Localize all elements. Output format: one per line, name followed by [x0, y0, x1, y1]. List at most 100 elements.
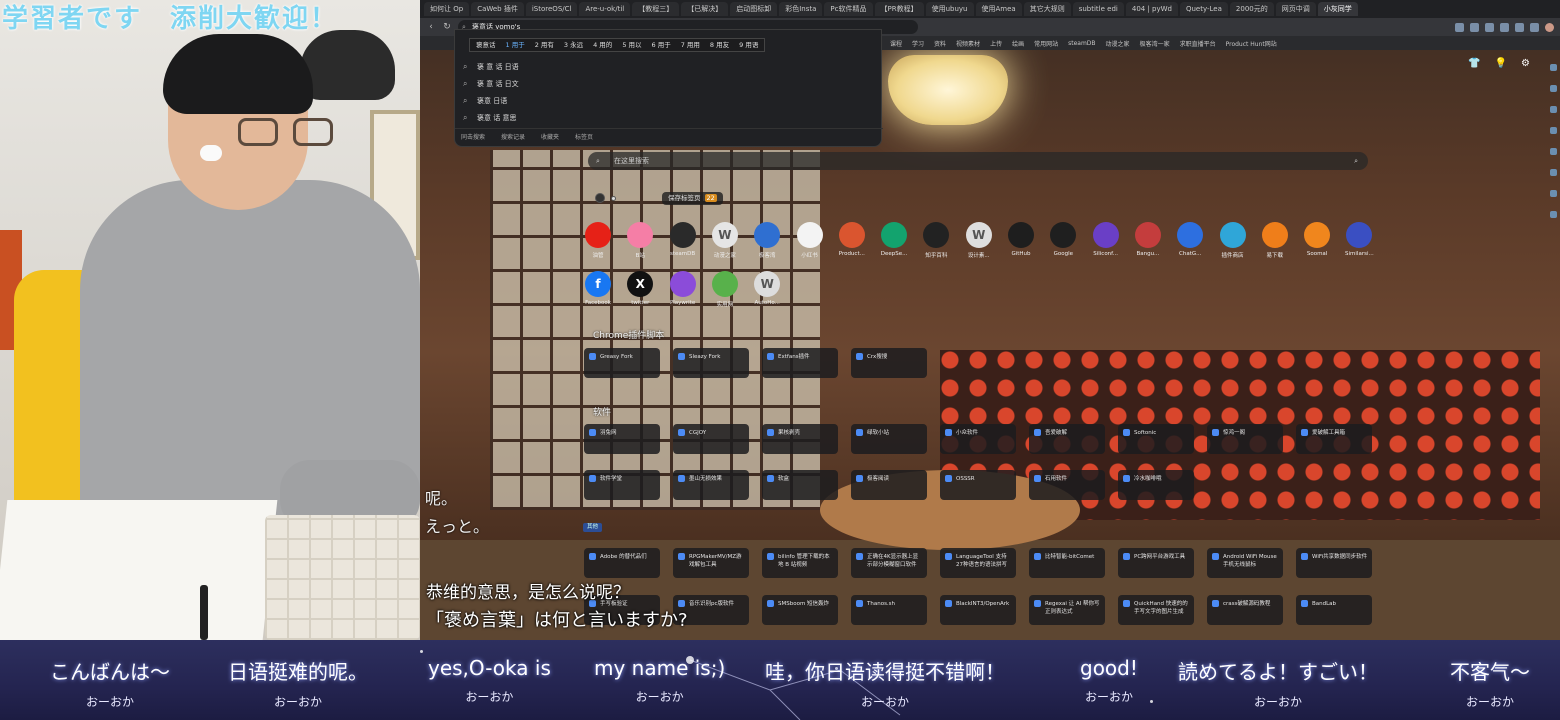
ime-candidate[interactable]: 1 用于 [506, 39, 525, 51]
page-dot[interactable] [611, 195, 616, 201]
shortcut-youtube[interactable]: 油管 [578, 222, 618, 262]
bookmark-item[interactable]: 动漫之家 [1106, 39, 1130, 48]
extension-icon[interactable] [1470, 22, 1479, 32]
ime-candidate[interactable]: 8 用友 [710, 39, 729, 51]
bookmark-card[interactable]: 冷水咖啡哦 [1118, 470, 1194, 500]
shortcut-w[interactable]: W 设计素... [959, 222, 999, 262]
bookmark-item[interactable]: steamDB [1068, 40, 1095, 47]
browser-tab[interactable]: 其它大规则 [1023, 2, 1071, 16]
bookmark-card[interactable]: Thanos.sh [851, 595, 927, 625]
bookmark-card[interactable]: 正确在4K显示器上显示部分模糊窗口软件 [851, 548, 927, 578]
browser-tab[interactable]: 彩色Insta [779, 2, 823, 16]
shortcut-openai[interactable]: 知乎百科 [916, 222, 956, 262]
suggestion-item[interactable]: ⌕ 褒 意 话 日文 [455, 75, 883, 93]
extension-icon[interactable] [1500, 22, 1509, 32]
bookmark-item[interactable]: 求职直播平台 [1180, 39, 1216, 48]
bookmark-card[interactable]: Extfans插件 [762, 348, 838, 378]
shortcut-google[interactable]: Google [1043, 222, 1083, 262]
bookmark-card[interactable]: Softonic [1118, 424, 1194, 454]
shortcut-xhs[interactable]: 小红书 [790, 222, 830, 262]
sidebar-icon[interactable] [1549, 85, 1557, 92]
browser-tab[interactable]: 【已解决】 [681, 2, 729, 16]
bulb-icon[interactable]: 💡 [1495, 58, 1507, 69]
newtab-search-input[interactable]: ⌕ 在这里搜索 ⌕ [588, 152, 1368, 170]
bookmark-card[interactable]: PC跨网平台游戏工具 [1118, 548, 1194, 578]
suggestion-item[interactable]: ⌕ 褒意 日语 [455, 92, 883, 110]
bookmark-card[interactable]: LanguageTool 支持27种语言的语法拼写 [940, 548, 1016, 578]
shortcut-bilibili[interactable]: B站 [620, 222, 660, 262]
browser-tab[interactable]: Pc软件精品 [824, 2, 873, 16]
shortcut-similar[interactable]: Similarsi... [1339, 222, 1379, 262]
reload-icon[interactable]: ↻ [442, 22, 452, 32]
bookmark-item[interactable]: 常用网站 [1034, 39, 1058, 48]
profile-avatar[interactable] [1545, 22, 1554, 32]
shortcut-util[interactable]: 实用网 [705, 271, 745, 311]
save-tabs-button[interactable]: 保存标签页 22 [662, 192, 723, 205]
shortcut-store[interactable]: 插件商店 [1213, 222, 1253, 262]
settings-icon[interactable]: ⚙ [1521, 58, 1530, 69]
sidebar-icon[interactable] [1549, 211, 1557, 218]
shortcut-soomal[interactable]: Soomal [1297, 222, 1337, 262]
shortcut-bangumi[interactable]: Bangu... [1128, 222, 1168, 262]
browser-tab[interactable]: Quety-Lea [1179, 2, 1228, 16]
bookmark-card[interactable]: Sleazy Fork [673, 348, 749, 378]
ime-candidate[interactable]: 6 用于 [652, 39, 671, 51]
ime-candidate[interactable]: 2 用有 [535, 39, 554, 51]
dropdown-footer-item[interactable]: 标签页 [575, 129, 593, 146]
bookmark-card[interactable]: BlackINT3/OpenArk [940, 595, 1016, 625]
dropdown-footer-item[interactable]: 搜索记录 [501, 129, 525, 146]
shortcut-w[interactable]: W 动漫之家 [705, 222, 745, 262]
dropdown-footer-item[interactable]: 同击搜索 [461, 129, 485, 146]
bookmark-item[interactable]: Product Hunt网站 [1226, 39, 1277, 48]
bookmark-item[interactable]: 学习 [912, 39, 924, 48]
bookmark-card[interactable]: Greasy Fork [584, 348, 660, 378]
shortcut-download[interactable]: 易下载 [1255, 222, 1295, 262]
sidebar-icon[interactable] [1549, 127, 1557, 134]
shortcut-w[interactable]: W AutoHo... [747, 271, 787, 311]
shortcut-github[interactable]: GitHub [1001, 222, 1041, 262]
browser-tab[interactable]: iStoreOS/Cl [525, 2, 578, 16]
ime-candidate[interactable]: 9 用语 [739, 39, 758, 51]
bookmark-item[interactable]: 视频素材 [956, 39, 980, 48]
shirt-icon[interactable]: 👕 [1468, 58, 1480, 69]
dropdown-footer-item[interactable]: 收藏夹 [541, 129, 559, 146]
bookmark-card[interactable]: WiFi共享数据同步软件 [1296, 548, 1372, 578]
back-icon[interactable]: ‹ [426, 22, 436, 32]
browser-tab[interactable]: 404 | pyWd [1125, 2, 1178, 16]
ime-candidate[interactable]: 7 用用 [681, 39, 700, 51]
browser-tab[interactable]: 【教程三】 [632, 2, 680, 16]
bookmark-card[interactable]: RPGMakerMV/MZ游戏解包工具 [673, 548, 749, 578]
bookmark-item[interactable]: 极客湾一家 [1140, 39, 1170, 48]
ime-candidate[interactable]: 3 永远 [564, 39, 583, 51]
bookmark-card[interactable]: crass破解源码教程 [1207, 595, 1283, 625]
sidebar-icon[interactable] [1549, 148, 1557, 155]
extension-icon[interactable] [1455, 22, 1464, 32]
shortcut-steamdb[interactable]: steamDB [663, 222, 703, 262]
bookmark-card[interactable]: 石用软件 [1029, 470, 1105, 500]
bookmark-item[interactable]: 绘画 [1012, 39, 1024, 48]
bookmark-card[interactable]: BandLab [1296, 595, 1372, 625]
bookmark-card[interactable]: 惊鸿一阁 [1207, 424, 1283, 454]
bookmark-card[interactable]: 软件学堂 [584, 470, 660, 500]
ime-candidate[interactable]: 4 用的 [593, 39, 612, 51]
shortcut-silicon[interactable]: Siliconf... [1086, 222, 1126, 262]
shortcut-chat[interactable]: ChatG... [1170, 222, 1210, 262]
bookmark-card[interactable]: 绿软小站 [851, 424, 927, 454]
sidebar-icon[interactable] [1549, 190, 1557, 197]
bookmark-card[interactable]: Android WiFi Mouse手机无线鼠标 [1207, 548, 1283, 578]
shortcut-facebook[interactable]: f Facebook [578, 271, 618, 311]
bookmark-card[interactable]: 果核剥壳 [762, 424, 838, 454]
bookmark-card[interactable]: Adobe 的替代品们 [584, 548, 660, 578]
browser-tab[interactable]: 小灰同学 [1317, 2, 1358, 16]
bookmark-card[interactable]: 比特智能-bitComet [1029, 548, 1105, 578]
bookmark-card[interactable]: 极客阅读 [851, 470, 927, 500]
shortcut-geek[interactable]: 极客湾 [747, 222, 787, 262]
browser-tab[interactable]: 2000元的 [1229, 2, 1274, 16]
bookmark-card[interactable]: 小众软件 [940, 424, 1016, 454]
bookmark-card[interactable]: 爱破解工具箱 [1296, 424, 1372, 454]
browser-tab[interactable]: 使用Amea [975, 2, 1022, 16]
suggestion-item[interactable]: ⌕ 褒意 话 意思 [455, 109, 883, 127]
shortcut-playwrite[interactable]: Playwrite [663, 271, 703, 311]
sidebar-icon[interactable] [1549, 64, 1557, 71]
bookmark-card[interactable]: SMSboom 短信轰炸 [762, 595, 838, 625]
